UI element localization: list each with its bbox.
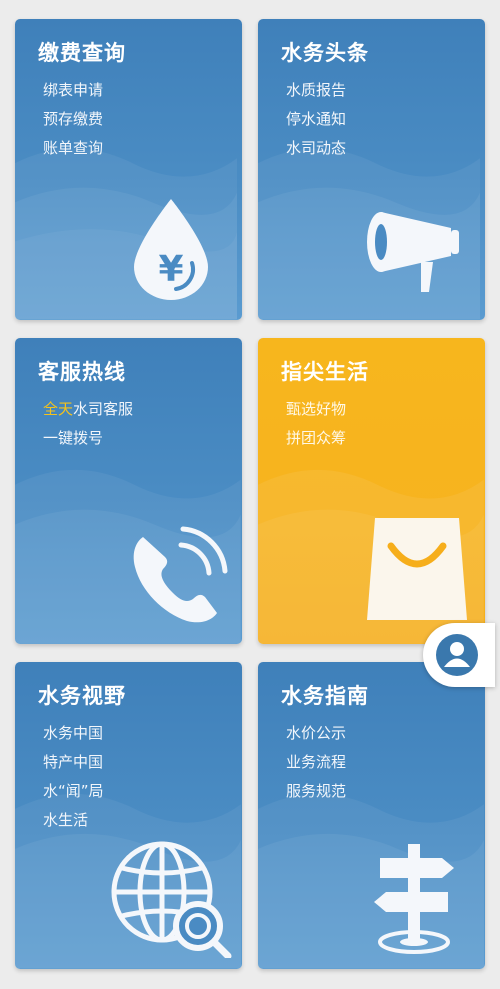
link-group-crowdfund[interactable]: 拼团众筹 xyxy=(286,424,346,453)
card-payment-query[interactable]: 缴费查询 绑表申请 预存缴费 账单查询 ¥ xyxy=(15,19,242,320)
link-water-china[interactable]: 水务中国 xyxy=(43,719,104,748)
card-title: 指尖生活 xyxy=(281,360,369,384)
link-water-life[interactable]: 水生活 xyxy=(43,806,104,835)
user-icon xyxy=(444,642,470,667)
card-water-guide[interactable]: 水务指南 水价公示 业务流程 服务规范 xyxy=(258,662,485,969)
card-title: 水务头条 xyxy=(281,41,369,65)
card-links: 甄选好物 拼团众筹 xyxy=(286,395,346,453)
card-title: 客服热线 xyxy=(38,360,126,384)
water-drop-yuan-icon: ¥ xyxy=(134,199,208,300)
card-fingertip-life[interactable]: 指尖生活 甄选好物 拼团众筹 xyxy=(258,338,485,644)
link-bind-meter[interactable]: 绑表申请 xyxy=(43,76,103,105)
link-prepay[interactable]: 预存缴费 xyxy=(43,105,103,134)
phone-icon xyxy=(133,526,228,623)
card-service-hotline[interactable]: 客服热线 全天水司客服 一键拨号 xyxy=(15,338,242,644)
card-links: 水质报告 停水通知 水司动态 xyxy=(286,76,346,163)
card-water-vision[interactable]: 水务视野 水务中国 特产中国 水“闻”局 水生活 xyxy=(15,662,242,969)
link-bill-query[interactable]: 账单查询 xyxy=(43,134,103,163)
link-water-quality[interactable]: 水质报告 xyxy=(286,76,346,105)
link-rest-text: 水司客服 xyxy=(73,400,134,418)
link-company-news[interactable]: 水司动态 xyxy=(286,134,346,163)
card-links: 水务中国 特产中国 水“闻”局 水生活 xyxy=(43,719,104,835)
card-links: 全天水司客服 一键拨号 xyxy=(43,395,133,453)
shopping-bag-icon xyxy=(367,518,467,620)
megaphone-icon xyxy=(367,212,459,292)
card-title: 水务视野 xyxy=(38,684,126,708)
link-allday-service[interactable]: 全天水司客服 xyxy=(43,395,133,424)
globe-search-icon xyxy=(111,841,232,958)
link-service-standard[interactable]: 服务规范 xyxy=(286,777,346,806)
svg-text:¥: ¥ xyxy=(158,249,183,290)
signpost-icon xyxy=(374,844,454,954)
link-business-process[interactable]: 业务流程 xyxy=(286,748,346,777)
user-avatar-circle xyxy=(436,634,478,676)
link-selected-goods[interactable]: 甄选好物 xyxy=(286,395,346,424)
link-one-click-dial[interactable]: 一键拨号 xyxy=(43,424,133,453)
link-water-price[interactable]: 水价公示 xyxy=(286,719,346,748)
card-water-news[interactable]: 水务头条 水质报告 停水通知 水司动态 xyxy=(258,19,485,320)
highlight-text: 全天 xyxy=(43,400,74,418)
user-float-button[interactable] xyxy=(423,623,495,687)
card-links: 水价公示 业务流程 服务规范 xyxy=(286,719,346,806)
link-water-news-bureau[interactable]: 水“闻”局 xyxy=(43,777,104,806)
card-title: 水务指南 xyxy=(281,684,369,708)
link-specialty-china[interactable]: 特产中国 xyxy=(43,748,104,777)
card-title: 缴费查询 xyxy=(38,41,126,65)
card-links: 绑表申请 预存缴费 账单查询 xyxy=(43,76,103,163)
link-outage-notice[interactable]: 停水通知 xyxy=(286,105,346,134)
